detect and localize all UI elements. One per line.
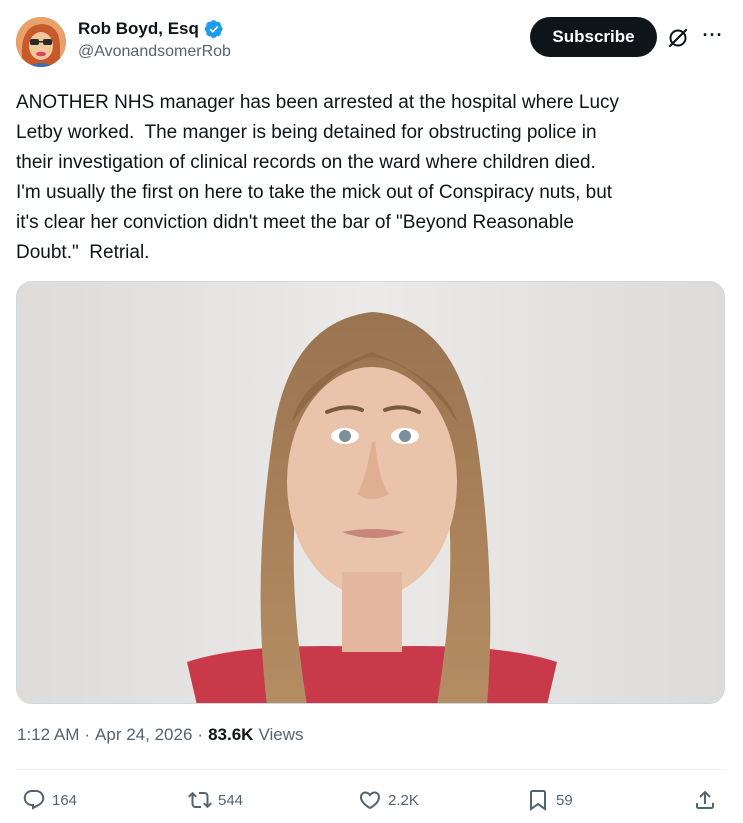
bookmark-icon	[530, 790, 546, 811]
meta-separator: ·	[197, 725, 204, 744]
like-count: 2.2K	[388, 791, 419, 809]
views-count: 83.6K	[208, 725, 254, 744]
bookmark-count: 59	[556, 791, 573, 809]
repost-button[interactable]: 544	[188, 784, 243, 816]
tweet-meta: 1:12 AM · Apr 24, 2026 · 83.6K Views	[17, 725, 304, 745]
meta-separator: ·	[84, 725, 91, 744]
author-handle[interactable]: @AvonandsomerRob	[78, 43, 231, 61]
tweet-time[interactable]: 1:12 AM	[17, 725, 79, 745]
grok-icon[interactable]	[666, 26, 690, 50]
views-label: Views	[258, 725, 304, 744]
repost-icon	[188, 791, 212, 809]
heart-icon	[359, 791, 381, 810]
share-icon	[696, 790, 714, 809]
more-options-icon[interactable]: ···	[700, 22, 726, 48]
tweet-text: ANOTHER NHS manager has been arrested at…	[16, 92, 620, 263]
tweet-photo[interactable]	[16, 281, 725, 704]
share-button[interactable]	[693, 784, 717, 816]
author-avatar[interactable]	[16, 17, 66, 67]
reply-count: 164	[52, 791, 78, 809]
repost-count: 544	[218, 791, 244, 809]
subscribe-button[interactable]: Subscribe	[530, 17, 657, 57]
author-display-name[interactable]: Rob Boyd, Esq	[78, 19, 199, 39]
tweet-date[interactable]: Apr 24, 2026	[95, 725, 192, 745]
verified-badge-icon[interactable]	[204, 19, 224, 39]
reply-icon	[23, 790, 45, 810]
reply-button[interactable]: 164	[22, 784, 77, 816]
like-button[interactable]: 2.2K	[358, 784, 419, 816]
tweet-header: Rob Boyd, Esq @AvonandsomerRob Subscribe…	[16, 14, 727, 70]
divider	[16, 769, 727, 770]
action-bar: 164 544 2.2K 59	[16, 784, 727, 816]
bookmark-button[interactable]: 59	[526, 784, 573, 816]
